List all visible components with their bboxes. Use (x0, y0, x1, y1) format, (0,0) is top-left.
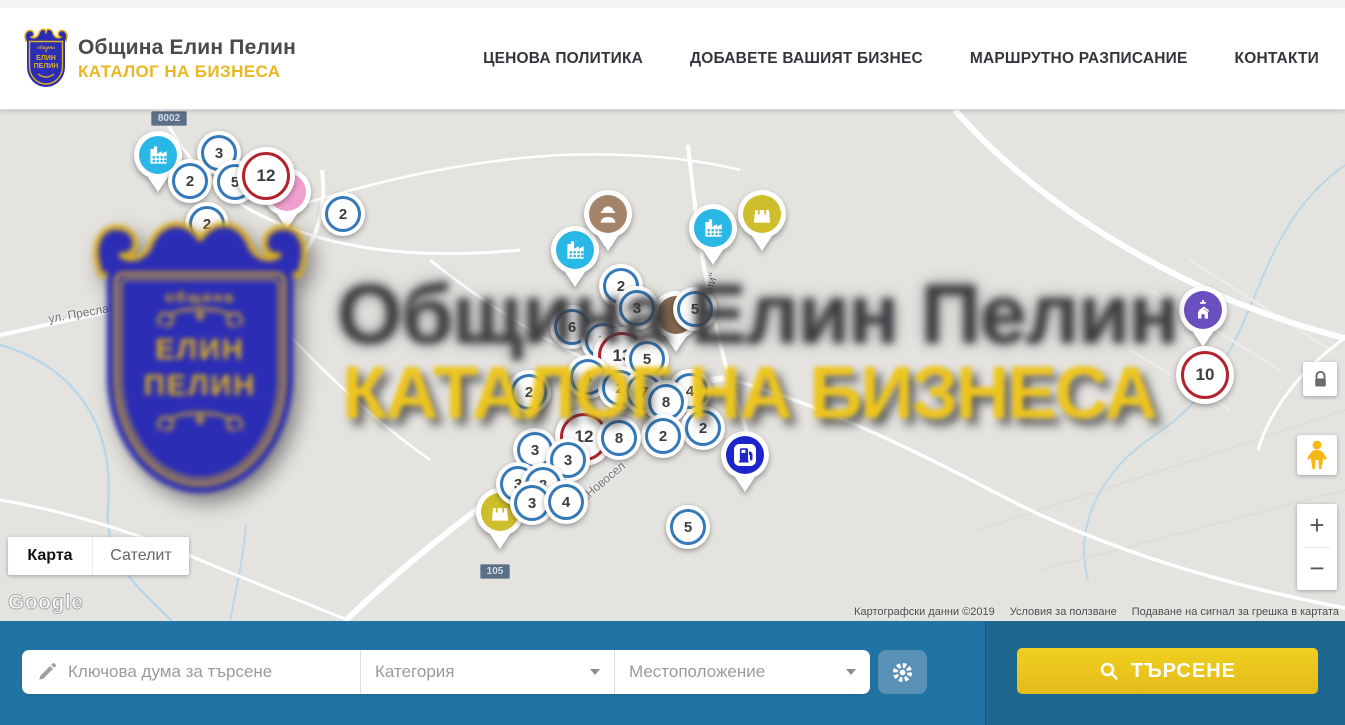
location-select[interactable]: Местоположение (614, 650, 870, 694)
page: община ⚜ ЕЛИН ПЕЛИН Община Елин Пелин КА… (0, 0, 1345, 725)
terms-link[interactable]: Условия за ползване (1010, 606, 1117, 618)
map-type-map-button[interactable]: Карта (8, 537, 92, 575)
header: община ⚜ ЕЛИН ПЕЛИН Община Елин Пелин КА… (0, 8, 1345, 110)
cluster-count: 12 (257, 166, 276, 186)
category-placeholder: Категория (375, 662, 580, 682)
report-error-link[interactable]: Подаване на сигнал за грешка в картата (1132, 606, 1339, 618)
gear-icon (891, 661, 914, 684)
pin-disc (1184, 291, 1222, 329)
factory-pin-icon[interactable] (551, 226, 599, 274)
category-select[interactable]: Категория (360, 650, 614, 694)
pin-disc (743, 195, 781, 233)
map-attribution: Картографски данни ©2019 Условия за полз… (854, 606, 1339, 618)
cluster-count: 2 (203, 216, 211, 233)
location-placeholder: Местоположение (629, 662, 836, 682)
cluster-count: 3 (531, 442, 539, 459)
cluster-count: 5 (643, 351, 651, 368)
map-cluster-marker[interactable]: 8 (597, 416, 641, 460)
map-cluster-marker[interactable]: 2 (185, 202, 229, 246)
svg-text:ЕЛИН: ЕЛИН (36, 55, 56, 62)
map-type-satellite-button[interactable]: Сателит (92, 537, 189, 575)
zoom-out-button[interactable]: − (1297, 548, 1337, 591)
keyword-search-input[interactable] (68, 662, 346, 682)
map-cluster-marker[interactable]: 5 (666, 505, 710, 549)
map-cluster-marker[interactable]: 5 (673, 287, 717, 331)
cluster-count: 8 (662, 394, 670, 411)
zoom-in-button[interactable]: + (1297, 504, 1337, 547)
map-canvas[interactable]: 8002105ул. Преславбул. „Новоселции" 3251… (0, 110, 1345, 621)
map-type-control: Карта Сателит (8, 537, 189, 575)
pin-disc (726, 436, 764, 474)
road-number-badge: 8002 (151, 111, 187, 126)
cluster-count: 6 (568, 319, 576, 336)
cluster-count: 2 (699, 420, 707, 437)
nav-add-business[interactable]: ДОБАВЕТЕ ВАШИЯТ БИЗНЕС (690, 50, 923, 68)
cluster-count: 5 (691, 301, 699, 318)
cluster-count: 3 (564, 452, 572, 469)
site-subtitle: КАТАЛОГ НА БИЗНЕСА (78, 62, 296, 82)
google-logo[interactable]: Google (8, 591, 83, 615)
search-panel: Категория Местоположение (22, 650, 870, 694)
main-nav: ЦЕНОВА ПОЛИТИКА ДОБАВЕТЕ ВАШИЯТ БИЗНЕС М… (483, 50, 1319, 68)
map-cluster-marker[interactable]: 2 (168, 159, 212, 203)
cluster-count: 2 (186, 173, 194, 190)
cluster-count: 5 (684, 519, 692, 536)
site-logo[interactable]: община ⚜ ЕЛИН ПЕЛИН Община Елин Пелин КА… (22, 27, 296, 91)
search-button-label: ТЪРСЕНЕ (1131, 660, 1236, 683)
cluster-count: 2 (659, 428, 667, 445)
nav-route-schedule[interactable]: МАРШРУТНО РАЗПИСАНИЕ (970, 50, 1188, 68)
map-cluster-marker[interactable]: 3 (615, 286, 659, 330)
shopping-bag-pin-icon[interactable] (738, 190, 786, 238)
chevron-down-icon (846, 669, 856, 675)
pencil-icon (36, 661, 58, 683)
map-cluster-marker[interactable]: 2 (321, 192, 365, 236)
pin-disc (556, 231, 594, 269)
nav-contacts[interactable]: КОНТАКТИ (1235, 50, 1319, 68)
svg-text:⚜: ⚜ (44, 48, 48, 53)
lock-control[interactable] (1303, 362, 1337, 396)
map-cluster-marker[interactable]: 2 (681, 406, 725, 450)
site-title: Община Елин Пелин (78, 36, 296, 60)
cluster-count: 3 (528, 495, 536, 512)
cluster-count: 4 (562, 494, 570, 511)
map-cluster-marker[interactable]: 2 (507, 370, 551, 414)
municipality-crest-icon: община ⚜ ЕЛИН ПЕЛИН (22, 27, 70, 91)
pin-disc (694, 209, 732, 247)
lock-icon (1313, 370, 1328, 389)
search-icon (1099, 661, 1119, 681)
map-data-copyright: Картографски данни ©2019 (854, 606, 995, 618)
map-cluster-marker[interactable]: 12 (237, 147, 295, 205)
nav-pricing-policy[interactable]: ЦЕНОВА ПОЛИТИКА (483, 50, 643, 68)
zoom-control: + − (1297, 504, 1337, 590)
map-cluster-marker[interactable]: 4 (544, 480, 588, 524)
cluster-count: 3 (633, 300, 641, 317)
fuel-pin-icon[interactable] (721, 431, 769, 479)
map-cluster-marker[interactable]: 10 (1176, 346, 1234, 404)
top-strip (0, 0, 1345, 8)
factory-pin-icon[interactable] (689, 204, 737, 252)
search-bar: Категория Местоположение ТЪРСЕНЕ (0, 621, 1345, 725)
chevron-down-icon (590, 669, 600, 675)
cluster-count: 10 (1196, 365, 1215, 385)
cluster-count: 2 (339, 206, 347, 223)
pin-disc (589, 195, 627, 233)
svg-text:ПЕЛИН: ПЕЛИН (34, 63, 59, 70)
advanced-settings-button[interactable] (878, 650, 927, 694)
street-view-pegman[interactable] (1297, 435, 1337, 475)
cluster-count: 3 (215, 145, 223, 162)
cluster-count: 2 (525, 384, 533, 401)
pegman-icon (1305, 439, 1329, 471)
church-pin-icon[interactable] (1179, 286, 1227, 334)
cluster-count: 8 (615, 430, 623, 447)
map-cluster-marker[interactable]: 2 (641, 414, 685, 458)
cluster-count: 4 (584, 369, 592, 386)
road-number-badge: 105 (480, 564, 510, 579)
search-submit-button[interactable]: ТЪРСЕНЕ (1017, 648, 1318, 694)
worker-pin-icon[interactable] (584, 190, 632, 238)
keyword-section (22, 650, 360, 694)
